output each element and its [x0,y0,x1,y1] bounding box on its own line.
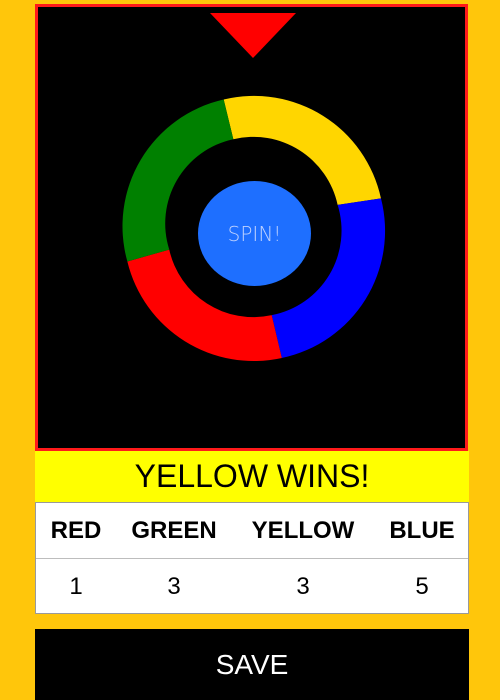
score-header-blue: BLUE [389,516,455,544]
score-header-yellow: YELLOW [251,516,355,544]
scoreboard: RED GREEN YELLOW BLUE 1 3 3 5 [35,502,469,614]
score-value-green: 3 [167,572,181,600]
score-value-blue: 5 [415,572,429,600]
score-value-yellow: 3 [296,572,310,600]
spin-button[interactable]: SPIN! [198,181,311,286]
score-value-red: 1 [69,572,83,600]
winner-banner: YELLOW WINS! [35,451,469,502]
scoreboard-header-row: RED GREEN YELLOW BLUE [36,503,468,559]
scoreboard-values-row: 1 3 3 5 [36,559,468,614]
score-header-green: GREEN [131,516,217,544]
score-header-red: RED [50,516,102,544]
pointer-icon [210,13,296,58]
wheel-panel: SPIN! [35,4,468,451]
save-button[interactable]: SAVE [35,629,469,700]
